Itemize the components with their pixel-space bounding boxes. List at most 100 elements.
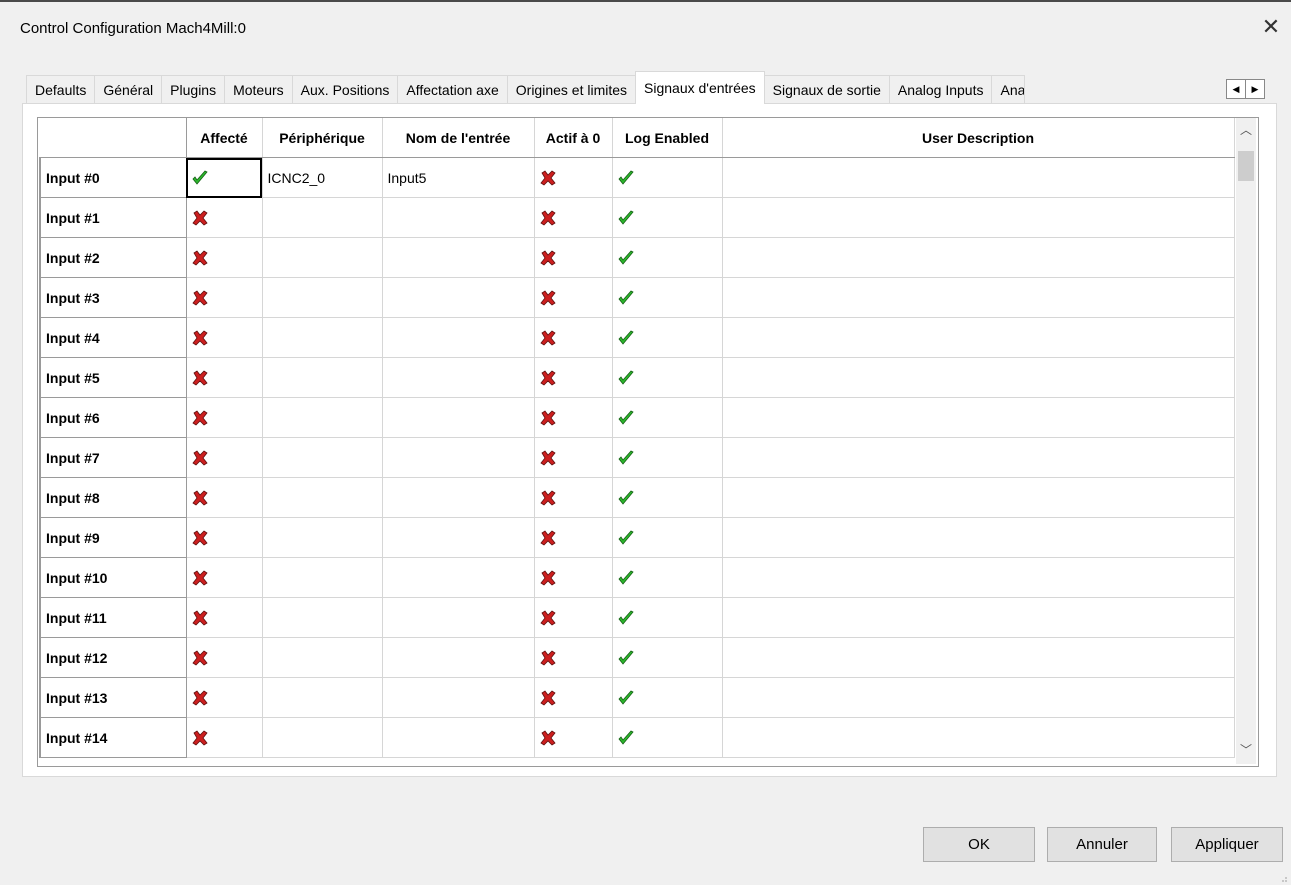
- row-header[interactable]: Input #10: [39, 557, 187, 598]
- cell-affecte[interactable]: [186, 157, 263, 198]
- cell-affecte[interactable]: [186, 197, 263, 238]
- tab-aux-positions[interactable]: Aux. Positions: [291, 75, 399, 104]
- row-header[interactable]: Input #9: [39, 517, 187, 558]
- row-header[interactable]: Input #11: [39, 597, 187, 638]
- cell-nom-entree[interactable]: [382, 237, 535, 278]
- cell-affecte[interactable]: [186, 317, 263, 358]
- cell-affecte[interactable]: [186, 637, 263, 678]
- tab-moteurs[interactable]: Moteurs: [224, 75, 293, 104]
- cell-actif-a-0[interactable]: [534, 477, 613, 518]
- row-header[interactable]: Input #3: [39, 277, 187, 318]
- cell-affecte[interactable]: [186, 237, 263, 278]
- tab-affectation-axe[interactable]: Affectation axe: [397, 75, 508, 104]
- cell-peripherique[interactable]: [262, 197, 383, 238]
- cell-log-enabled[interactable]: [612, 437, 723, 478]
- row-header[interactable]: Input #5: [39, 357, 187, 398]
- cell-nom-entree[interactable]: [382, 437, 535, 478]
- scroll-up-icon[interactable]: ︿: [1236, 120, 1256, 140]
- cell-affecte[interactable]: [186, 677, 263, 718]
- cell-peripherique[interactable]: [262, 277, 383, 318]
- cell-affecte[interactable]: [186, 597, 263, 638]
- cell-nom-entree[interactable]: [382, 597, 535, 638]
- tab-plugins[interactable]: Plugins: [161, 75, 226, 104]
- cell-peripherique[interactable]: [262, 597, 383, 638]
- tab-signaux-d-entr-es[interactable]: Signaux d'entrées: [635, 71, 765, 104]
- column-header[interactable]: Log Enabled: [612, 118, 723, 158]
- cell-peripherique[interactable]: [262, 357, 383, 398]
- cell-log-enabled[interactable]: [612, 477, 723, 518]
- cell-user-description[interactable]: [722, 157, 1235, 198]
- tab-analog-inputs[interactable]: Analog Inputs: [888, 75, 993, 104]
- row-header[interactable]: Input #13: [39, 677, 187, 718]
- cell-user-description[interactable]: [722, 597, 1235, 638]
- cell-actif-a-0[interactable]: [534, 517, 613, 558]
- cell-actif-a-0[interactable]: [534, 637, 613, 678]
- ok-button[interactable]: OK: [923, 827, 1035, 862]
- cell-peripherique[interactable]: [262, 477, 383, 518]
- cell-peripherique[interactable]: [262, 637, 383, 678]
- cell-nom-entree[interactable]: [382, 557, 535, 598]
- cell-user-description[interactable]: [722, 477, 1235, 518]
- cell-user-description[interactable]: [722, 277, 1235, 318]
- cell-affecte[interactable]: [186, 557, 263, 598]
- tab-scroll-left-icon[interactable]: ◀: [1226, 79, 1246, 99]
- cell-nom-entree[interactable]: [382, 677, 535, 718]
- cell-peripherique[interactable]: ICNC2_0: [262, 157, 383, 198]
- row-header[interactable]: Input #1: [39, 197, 187, 238]
- cancel-button[interactable]: Annuler: [1047, 827, 1157, 862]
- cell-log-enabled[interactable]: [612, 277, 723, 318]
- cell-user-description[interactable]: [722, 557, 1235, 598]
- cell-nom-entree[interactable]: [382, 277, 535, 318]
- cell-affecte[interactable]: [186, 357, 263, 398]
- cell-affecte[interactable]: [186, 717, 263, 758]
- cell-affecte[interactable]: [186, 397, 263, 438]
- cell-affecte[interactable]: [186, 477, 263, 518]
- cell-peripherique[interactable]: [262, 717, 383, 758]
- cell-actif-a-0[interactable]: [534, 157, 613, 198]
- close-icon[interactable]: ✕: [1258, 14, 1284, 40]
- cell-nom-entree[interactable]: [382, 197, 535, 238]
- cell-log-enabled[interactable]: [612, 317, 723, 358]
- tab-anal[interactable]: Anal: [991, 75, 1026, 104]
- column-header[interactable]: Périphérique: [262, 118, 383, 158]
- cell-peripherique[interactable]: [262, 437, 383, 478]
- cell-user-description[interactable]: [722, 317, 1235, 358]
- cell-user-description[interactable]: [722, 717, 1235, 758]
- cell-user-description[interactable]: [722, 637, 1235, 678]
- cell-peripherique[interactable]: [262, 517, 383, 558]
- cell-actif-a-0[interactable]: [534, 717, 613, 758]
- cell-affecte[interactable]: [186, 517, 263, 558]
- cell-peripherique[interactable]: [262, 237, 383, 278]
- cell-log-enabled[interactable]: [612, 397, 723, 438]
- cell-log-enabled[interactable]: [612, 517, 723, 558]
- cell-log-enabled[interactable]: [612, 357, 723, 398]
- cell-actif-a-0[interactable]: [534, 557, 613, 598]
- row-header[interactable]: Input #8: [39, 477, 187, 518]
- cell-user-description[interactable]: [722, 197, 1235, 238]
- cell-log-enabled[interactable]: [612, 637, 723, 678]
- row-header[interactable]: Input #14: [39, 717, 187, 758]
- scroll-down-icon[interactable]: ﹀: [1236, 740, 1256, 760]
- row-header[interactable]: Input #2: [39, 237, 187, 278]
- tab-origines-et-limites[interactable]: Origines et limites: [506, 75, 637, 104]
- cell-peripherique[interactable]: [262, 317, 383, 358]
- cell-nom-entree[interactable]: [382, 357, 535, 398]
- cell-user-description[interactable]: [722, 397, 1235, 438]
- cell-user-description[interactable]: [722, 357, 1235, 398]
- cell-nom-entree[interactable]: Input5: [382, 157, 535, 198]
- row-header[interactable]: Input #12: [39, 637, 187, 678]
- cell-actif-a-0[interactable]: [534, 277, 613, 318]
- cell-nom-entree[interactable]: [382, 397, 535, 438]
- cell-log-enabled[interactable]: [612, 717, 723, 758]
- column-header[interactable]: Affecté: [186, 118, 263, 158]
- cell-nom-entree[interactable]: [382, 717, 535, 758]
- scroll-thumb[interactable]: [1238, 151, 1254, 181]
- column-header[interactable]: Nom de l'entrée: [382, 118, 535, 158]
- cell-log-enabled[interactable]: [612, 197, 723, 238]
- row-header[interactable]: Input #7: [39, 437, 187, 478]
- cell-user-description[interactable]: [722, 517, 1235, 558]
- cell-nom-entree[interactable]: [382, 637, 535, 678]
- cell-actif-a-0[interactable]: [534, 197, 613, 238]
- cell-log-enabled[interactable]: [612, 677, 723, 718]
- cell-actif-a-0[interactable]: [534, 357, 613, 398]
